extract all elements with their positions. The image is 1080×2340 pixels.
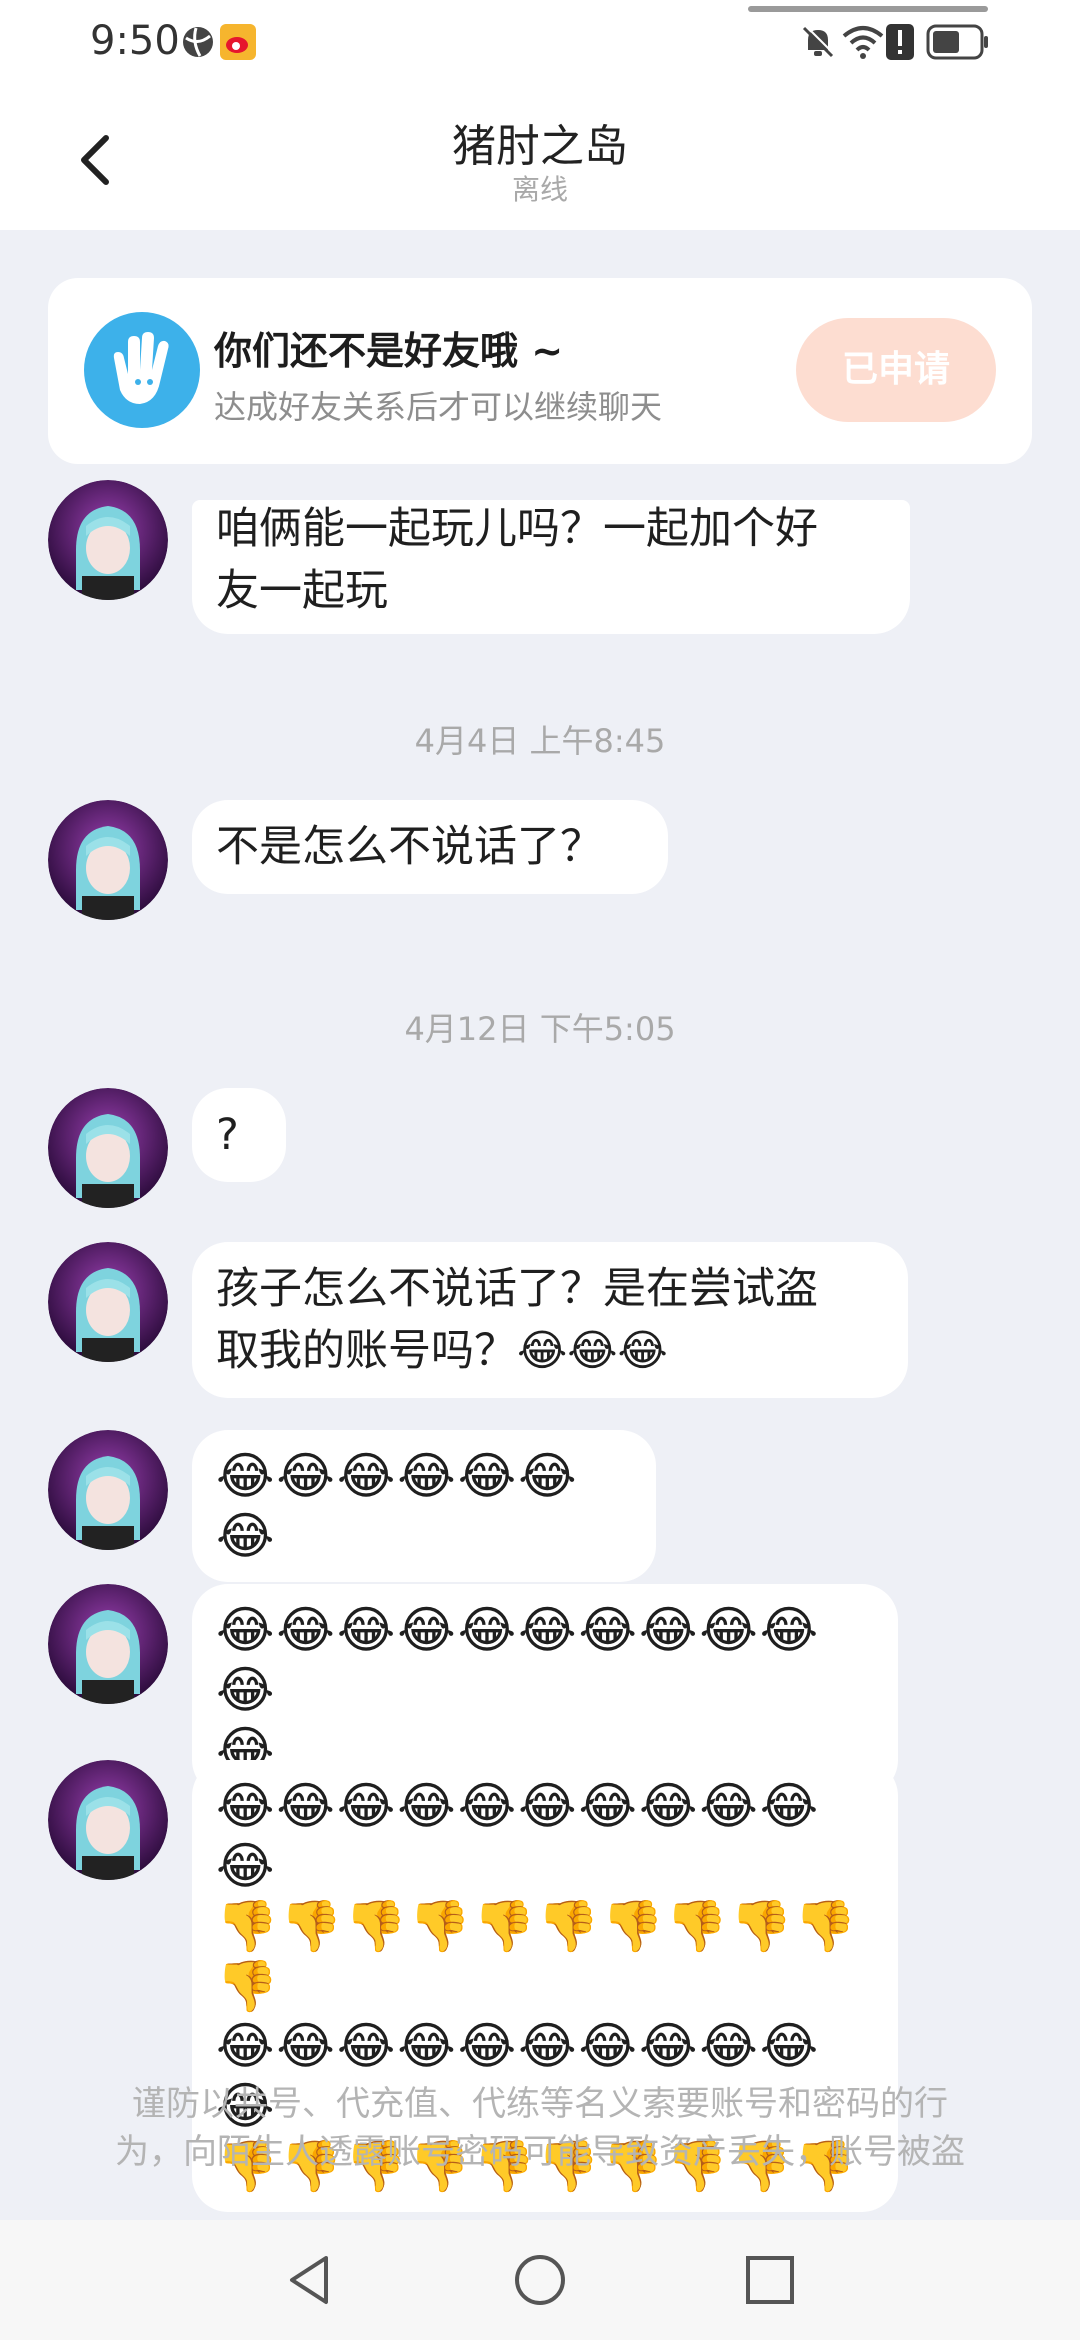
message-text: 取我的账号吗？😂😂😂 [216, 1326, 668, 1376]
emoji-row: 😂😂😂😂😂😂😂😂😂😂😂 [216, 1777, 821, 1895]
message-bubble[interactable]: 咱俩能一起玩儿吗？一起加个好 友一起玩 [192, 500, 910, 634]
timestamp: 4月4日 上午8:45 [414, 722, 666, 760]
globe-icon [183, 27, 213, 57]
banner-title: 你们还不是好友哦 ~ [214, 329, 564, 373]
home-circle-icon[interactable] [510, 2250, 570, 2310]
applied-button[interactable]: 已申请 [796, 318, 996, 422]
back-triangle-icon[interactable] [280, 2250, 340, 2310]
avatar[interactable] [48, 800, 168, 920]
message-text: ? [216, 1110, 239, 1160]
timestamp: 4月12日 下午5:05 [404, 1010, 676, 1048]
chat-title: 猪肘之岛 [452, 121, 628, 172]
wifi-icon [842, 26, 884, 59]
alert-icon [886, 24, 914, 60]
recents-square-icon[interactable] [740, 2250, 800, 2310]
message-bubble[interactable]: 不是怎么不说话了？ [192, 800, 668, 894]
safety-notice: 谨防以共号、代充值、代练等名义索要账号和密码的行 为，向陌生人透露账号密码可能导… [60, 2080, 1020, 2176]
message-bubble[interactable]: 孩子怎么不说话了？是在尝试盗 取我的账号吗？😂😂😂 [192, 1242, 908, 1398]
waving-hand-icon [84, 312, 200, 428]
notice-line: 为，向陌生人透露账号密码可能导致资产丢失，账号被盗 [115, 2132, 965, 2172]
system-nav-bar [0, 2220, 1080, 2340]
emoji-row: 😂😂😂😂😂😂😂😂😂😂😂 [216, 1601, 821, 1719]
emoji-row: 😂😂😂😂😂😂😂 [216, 1447, 579, 1565]
avatar[interactable] [48, 1760, 168, 1880]
status-pill [748, 6, 988, 12]
online-status: 离线 [511, 173, 568, 206]
avatar[interactable] [48, 1242, 168, 1362]
bell-muted-icon [802, 25, 835, 58]
avatar[interactable] [48, 1430, 168, 1550]
status-time: 9:50 [90, 18, 180, 64]
message-text: 咱俩能一起玩儿吗？一起加个好 [216, 504, 818, 554]
message-text: 不是怎么不说话了？ [216, 822, 603, 872]
notice-line: 谨防以共号、代充值、代练等名义索要账号和密码的行 [132, 2084, 948, 2124]
message-bubble[interactable]: 😂😂😂😂😂😂😂 [192, 1430, 656, 1582]
status-bar: 9:50 [0, 0, 1080, 90]
message-text: 友一起玩 [216, 566, 388, 616]
emoji-row: 👎👎👎👎👎👎👎👎👎👎👎 [216, 1897, 859, 2015]
message-bubble[interactable]: ? [192, 1088, 286, 1182]
weibo-icon [220, 24, 256, 60]
avatar[interactable] [48, 1584, 168, 1704]
banner-subtitle: 达成好友关系后才可以继续聊天 [214, 388, 663, 426]
avatar[interactable] [48, 480, 168, 600]
chat-header: 猪肘之岛 离线 [0, 90, 1080, 230]
not-friends-banner: 你们还不是好友哦 ~ 达成好友关系后才可以继续聊天 已申请 [48, 278, 1032, 464]
battery-icon [926, 24, 988, 60]
avatar[interactable] [48, 1088, 168, 1208]
message-text: 孩子怎么不说话了？是在尝试盗 [216, 1264, 818, 1314]
